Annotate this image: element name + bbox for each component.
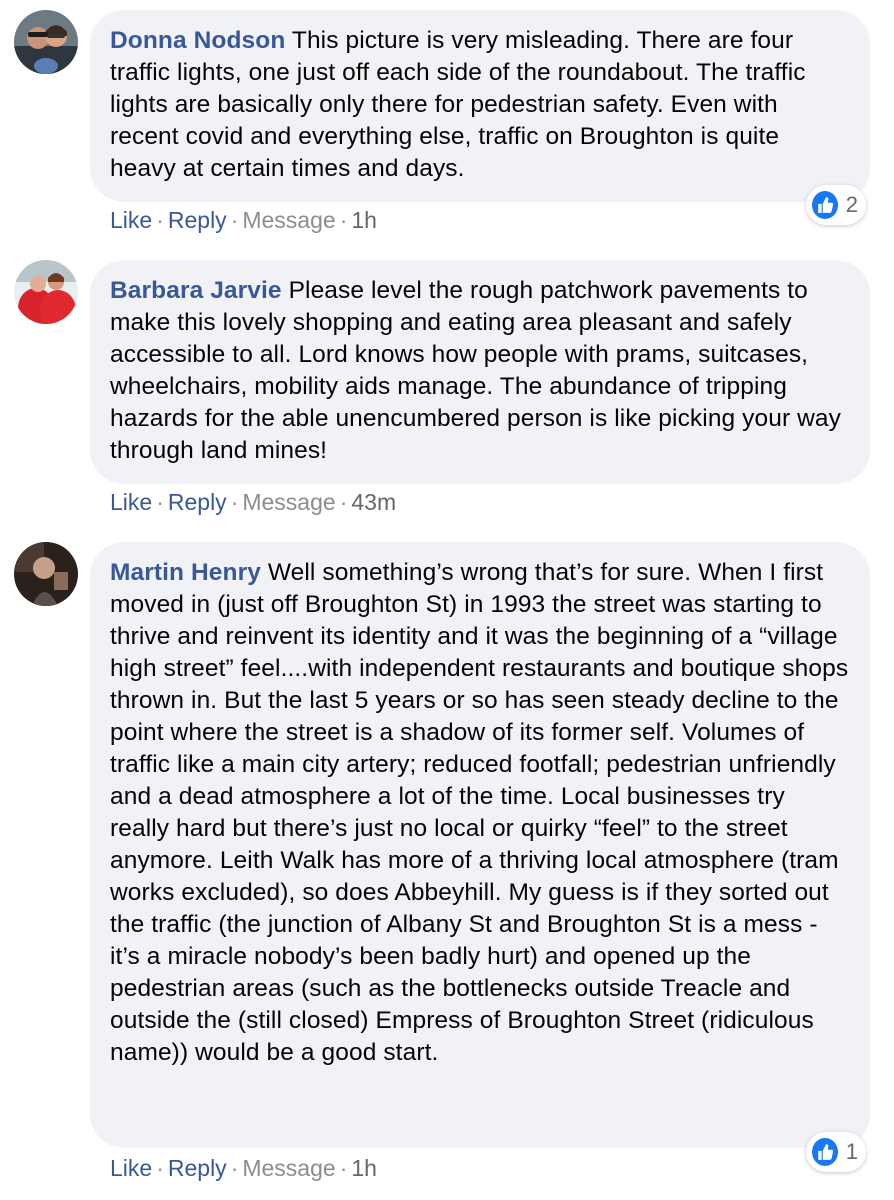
reaction-summary[interactable]: 1: [806, 1132, 866, 1172]
separator: ·: [339, 1155, 348, 1181]
reply-button[interactable]: Reply: [168, 489, 227, 515]
avatar-donna-nodson[interactable]: [14, 10, 78, 74]
comment-text: Please level the rough patchwork pavemen…: [110, 277, 842, 464]
avatar-barbara-jarvie[interactable]: [14, 260, 78, 324]
separator: ·: [230, 1155, 239, 1181]
comment-author[interactable]: Donna Nodson: [110, 27, 285, 54]
like-icon: [810, 1136, 840, 1168]
like-icon: [810, 189, 840, 221]
avatar-photo-icon: [14, 10, 78, 74]
reply-button[interactable]: Reply: [168, 207, 227, 233]
timestamp[interactable]: 1h: [351, 207, 377, 233]
message-button[interactable]: Message: [242, 1155, 335, 1181]
avatar-martin-henry[interactable]: [14, 542, 78, 606]
comment-actions: Like · Reply · Message · 1h: [110, 206, 377, 234]
comment-text: Well something’s wrong that’s for sure. …: [110, 559, 849, 1066]
comment-author[interactable]: Barbara Jarvie: [110, 277, 282, 304]
reaction-count: 2: [845, 192, 858, 217]
separator: ·: [339, 489, 348, 515]
comment-bubble: Barbara Jarvie Please level the rough pa…: [90, 260, 870, 484]
like-button[interactable]: Like: [110, 1155, 152, 1181]
avatar-photo-icon: [14, 260, 78, 324]
timestamp[interactable]: 1h: [351, 1155, 377, 1181]
reply-button[interactable]: Reply: [168, 1155, 227, 1181]
message-button[interactable]: Message: [242, 207, 335, 233]
comment-actions: Like · Reply · Message · 43m: [110, 488, 396, 516]
timestamp[interactable]: 43m: [351, 489, 396, 515]
separator: ·: [230, 489, 239, 515]
message-button[interactable]: Message: [242, 489, 335, 515]
reaction-summary[interactable]: 2: [806, 185, 866, 225]
separator: ·: [230, 207, 239, 233]
reaction-count: 1: [845, 1139, 858, 1164]
comment-bubble: Martin Henry Well something’s wrong that…: [90, 542, 870, 1148]
separator: ·: [156, 1155, 164, 1181]
separator: ·: [156, 207, 164, 233]
separator: ·: [339, 207, 348, 233]
comment-actions: Like · Reply · Message · 1h: [110, 1154, 377, 1182]
like-button[interactable]: Like: [110, 489, 152, 515]
comment-author[interactable]: Martin Henry: [110, 559, 261, 586]
avatar-photo-icon: [14, 542, 78, 606]
separator: ·: [156, 489, 164, 515]
like-button[interactable]: Like: [110, 207, 152, 233]
comment-bubble: Donna Nodson This picture is very mislea…: [90, 10, 870, 202]
